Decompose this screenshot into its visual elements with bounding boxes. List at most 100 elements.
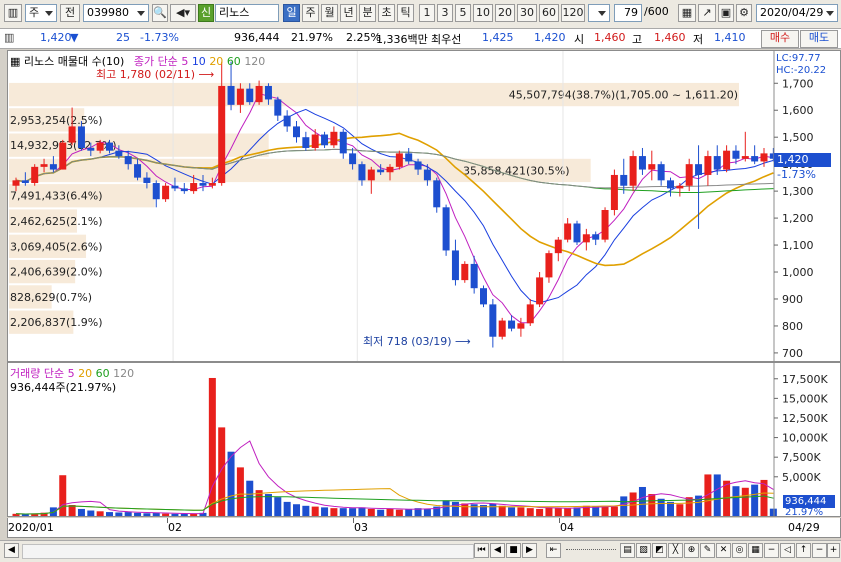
price-tick-label: 1,100: [782, 239, 814, 252]
period-tick[interactable]: 틱: [397, 4, 414, 22]
candle-body: [68, 126, 76, 143]
profile-label: 2,206,837(1.9%): [10, 316, 103, 329]
volume-bar: [68, 505, 76, 516]
menu-icon[interactable]: ▥: [4, 31, 14, 44]
candle-body: [732, 150, 740, 159]
collapse-icon[interactable]: ↑: [796, 543, 811, 558]
save-icon[interactable]: ▣: [718, 4, 734, 22]
volume-bar: [545, 507, 553, 516]
profile-label: 2,406,639(2.0%): [10, 266, 103, 279]
minute-1[interactable]: 1: [419, 4, 435, 22]
x-tick: [167, 518, 168, 523]
candle-body: [545, 253, 553, 278]
candle-body: [657, 164, 665, 181]
x-tick: [353, 518, 354, 523]
down-arrow-icon: ▼: [70, 31, 79, 44]
zoom-out-icon[interactable]: −: [764, 543, 779, 558]
period-month[interactable]: 월: [321, 4, 338, 22]
tool-icon[interactable]: ╳: [668, 543, 683, 558]
volume-chart[interactable]: 5,000K 7,500K 10,000K 12,500K 15,000K 17,500K: [8, 363, 840, 516]
candle-body: [461, 263, 469, 281]
period-day[interactable]: 일: [283, 4, 300, 22]
volume-bar: [171, 513, 179, 516]
minute-3[interactable]: 3: [437, 4, 453, 22]
current-pct-tag: -1.73%: [777, 168, 816, 181]
minus-icon[interactable]: −: [812, 543, 827, 558]
chart-layout-icon[interactable]: ▥: [4, 4, 22, 22]
candle-body: [498, 320, 506, 337]
minute-30[interactable]: 30: [517, 4, 537, 22]
grid-icon[interactable]: ▦: [678, 4, 696, 22]
legend-ma-60: 60: [226, 55, 241, 68]
zoom-icon[interactable]: ◁: [780, 543, 795, 558]
trend-icon[interactable]: ↗: [698, 4, 716, 22]
gear-icon[interactable]: ⚙: [736, 4, 752, 22]
minute-120[interactable]: 120: [561, 4, 585, 22]
candle-body: [536, 277, 544, 305]
minute-20[interactable]: 20: [495, 4, 515, 22]
volume-bar: [442, 500, 450, 516]
candle-body: [59, 142, 67, 170]
right-arrow-icon: ⟶: [195, 68, 215, 81]
range-icon[interactable]: ⇤: [546, 543, 561, 558]
volume-bar: [162, 513, 170, 516]
tool-icon[interactable]: ▤: [620, 543, 635, 558]
candle-body: [87, 147, 95, 151]
volume-bar: [564, 508, 572, 516]
candle-body: [321, 134, 329, 146]
price-panel[interactable]: 45,507,794(38.7%)(1,705.00 ~ 1,611.20) 2,…: [7, 50, 841, 362]
tool-icon[interactable]: ✎: [700, 543, 715, 558]
volume-bar: [218, 427, 226, 516]
minute-10[interactable]: 10: [473, 4, 493, 22]
x-label-mar: 03: [354, 521, 368, 534]
minute-select[interactable]: [588, 4, 610, 22]
count-input[interactable]: 79: [614, 4, 642, 22]
play-icon[interactable]: ▶: [522, 543, 537, 558]
scrollbar-track[interactable]: [22, 544, 474, 559]
tool-icon[interactable]: ▧: [636, 543, 651, 558]
tool-icon[interactable]: ▦: [748, 543, 763, 558]
range-slider[interactable]: [566, 549, 616, 553]
volume-bar: [489, 503, 497, 516]
search-icon[interactable]: 🔍: [152, 4, 168, 22]
candle-body: [667, 180, 674, 189]
price-chart[interactable]: 45,507,794(38.7%)(1,705.00 ~ 1,611.20) 2,…: [8, 51, 840, 361]
volume-bar: [395, 509, 403, 516]
tool-icon[interactable]: ◎: [732, 543, 747, 558]
stock-name-field[interactable]: 리노스: [215, 4, 279, 22]
volume-bar: [180, 513, 188, 516]
sell-button[interactable]: 매도: [800, 30, 838, 48]
x-label-end: 04/29: [788, 521, 820, 534]
period-year[interactable]: 년: [340, 4, 357, 22]
candle-body: [255, 85, 263, 103]
scroll-left-icon[interactable]: ◀: [4, 543, 19, 558]
minute-5[interactable]: 5: [455, 4, 471, 22]
volume-panel[interactable]: 5,000K 7,500K 10,000K 12,500K 15,000K 17,500K…: [7, 362, 841, 518]
prev-button[interactable]: 전: [60, 4, 80, 22]
tool-icon[interactable]: ⊕: [684, 543, 699, 558]
scroll-back-icon[interactable]: ◀: [490, 543, 505, 558]
profile-label: 7,491,433(6.4%): [10, 190, 103, 203]
period-week[interactable]: 주: [302, 4, 319, 22]
turnover: 21.97%: [291, 31, 333, 44]
tool-icon[interactable]: ◩: [652, 543, 667, 558]
stop-icon[interactable]: ■: [506, 543, 521, 558]
volume-pct-tag: 21.97%: [785, 507, 824, 518]
tool-icon[interactable]: ✕: [716, 543, 731, 558]
stock-code-input[interactable]: 039980: [83, 4, 149, 22]
candle-body: [395, 153, 403, 167]
type-select[interactable]: 주: [25, 4, 57, 22]
candle-body: [386, 166, 394, 173]
volume-bar: [451, 501, 459, 516]
plus-icon[interactable]: +: [827, 543, 840, 558]
date-picker[interactable]: 2020/04/29: [756, 4, 838, 22]
period-second[interactable]: 초: [378, 4, 395, 22]
buy-button[interactable]: 매수: [761, 30, 799, 48]
speaker-icon[interactable]: ◀▾: [170, 4, 196, 22]
volume-bar: [143, 513, 151, 516]
period-minute[interactable]: 분: [359, 4, 376, 22]
minute-60[interactable]: 60: [539, 4, 559, 22]
candle-body: [592, 234, 600, 240]
legend-icon: ▦: [10, 55, 21, 68]
scroll-start-icon[interactable]: ⏮: [474, 543, 489, 558]
